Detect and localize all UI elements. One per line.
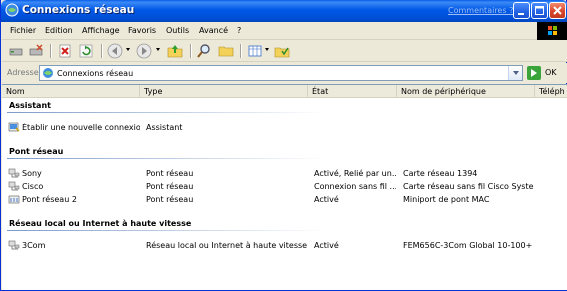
address-label: Adresse — [7, 68, 39, 77]
folders-icon[interactable] — [218, 43, 234, 59]
list-item[interactable]: Établir une nouvelle connexion Assistant — [2, 121, 567, 134]
connection-type: Pont réseau — [146, 182, 194, 191]
address-dropdown-icon[interactable] — [508, 66, 522, 80]
device-name: Carte réseau sans fil Cisco Syste... — [403, 182, 533, 191]
minimize-button[interactable] — [513, 2, 530, 19]
menu-edition[interactable]: Edition — [45, 26, 73, 35]
connection-name: Cisco — [22, 182, 44, 191]
device-name: Carte réseau 1394 — [403, 169, 478, 178]
connection-name: Sony — [22, 169, 42, 178]
explorer-window: Connexions réseau Commentaires ? Fichier… — [0, 0, 567, 291]
connection-state: Activé — [314, 241, 339, 250]
back-icon[interactable] — [107, 43, 123, 59]
close-icon — [553, 6, 562, 15]
connection-type: Pont réseau — [146, 169, 194, 178]
map-drive-icon[interactable] — [8, 43, 24, 59]
toolbar-separator — [240, 44, 241, 58]
views-icon[interactable] — [247, 43, 263, 59]
group-divider — [7, 112, 327, 113]
menu-avance[interactable]: Avancé — [199, 26, 228, 35]
refresh-icon[interactable] — [78, 43, 94, 59]
menu-affichage[interactable]: Affichage — [82, 26, 120, 35]
group-title: Pont réseau — [9, 147, 64, 156]
folder-options-icon[interactable] — [274, 43, 290, 59]
list-item[interactable]: Sony Pont réseau Activé, Relié par un...… — [2, 167, 567, 180]
column-name[interactable]: Nom — [2, 85, 140, 98]
list-item[interactable]: 3Com Réseau local ou Internet à haute vi… — [2, 239, 567, 252]
forward-dropdown-icon[interactable] — [156, 48, 160, 51]
back-dropdown-icon[interactable] — [126, 48, 130, 51]
network-connections-icon — [43, 68, 53, 78]
column-type[interactable]: Type — [140, 85, 308, 98]
minimize-icon — [518, 13, 524, 15]
up-folder-icon[interactable] — [167, 43, 183, 59]
menu-bar: Fichier Edition Affichage Favoris Outils… — [2, 22, 567, 40]
connection-type: Pont réseau — [146, 195, 194, 204]
menu-favoris[interactable]: Favoris — [128, 26, 156, 35]
toolbar-separator — [50, 44, 51, 58]
connection-name: 3Com — [22, 241, 46, 250]
forward-icon[interactable] — [136, 43, 152, 59]
connection-state: Activé, Relié par un... — [314, 169, 396, 178]
connection-state: Connexion sans fil ... — [314, 182, 396, 191]
window-title: Connexions réseau — [22, 4, 135, 16]
network-bridge-icon — [8, 195, 20, 204]
toolbar — [2, 40, 567, 62]
address-value: Connexions réseau — [57, 69, 134, 78]
list-item[interactable]: Cisco Pont réseau Connexion sans fil ...… — [2, 180, 567, 193]
menu-outils[interactable]: Outils — [166, 26, 189, 35]
connection-name: Pont réseau 2 — [22, 195, 77, 204]
list-item[interactable]: Pont réseau 2 Pont réseau Activé Minipor… — [2, 193, 567, 206]
column-phone[interactable]: Téléph — [535, 85, 567, 98]
toolbar-separator — [190, 44, 191, 58]
search-icon[interactable] — [196, 43, 212, 59]
windows-logo-icon — [537, 22, 567, 40]
group-divider — [7, 230, 327, 231]
go-button[interactable]: OK — [527, 66, 565, 80]
connection-type: Réseau local ou Internet à haute vitesse — [146, 241, 308, 250]
group-title: Assistant — [9, 101, 51, 110]
maximize-icon — [535, 6, 544, 15]
go-label: OK — [545, 68, 557, 77]
connection-type: Assistant — [146, 123, 183, 132]
new-connection-wizard-icon — [8, 122, 20, 132]
menu-help[interactable]: ? — [237, 26, 241, 35]
maximize-button[interactable] — [531, 2, 548, 19]
delete-icon[interactable] — [57, 43, 73, 59]
connection-name: Établir une nouvelle connexion — [22, 123, 140, 132]
address-bar: Adresse Connexions réseau OK — [2, 63, 567, 83]
column-state[interactable]: État — [308, 85, 397, 98]
comments-link[interactable]: Commentaires ? — [448, 6, 513, 15]
toolbar-separator — [101, 44, 102, 58]
network-connection-icon — [8, 240, 20, 250]
network-connections-icon — [5, 3, 19, 17]
device-name: FEM656C-3Com Global 10-100+ ... — [403, 241, 533, 250]
connections-list[interactable]: Nom Type État Nom de périphérique Téléph… — [2, 84, 567, 290]
title-bar[interactable]: Connexions réseau Commentaires ? — [1, 0, 567, 22]
views-dropdown-icon[interactable] — [265, 48, 269, 51]
network-connection-icon — [8, 168, 20, 178]
close-button[interactable] — [549, 2, 566, 19]
column-device[interactable]: Nom de périphérique — [397, 85, 535, 98]
address-input[interactable]: Connexions réseau — [39, 65, 523, 81]
go-arrow-icon — [527, 66, 541, 80]
column-header: Nom Type État Nom de périphérique Téléph — [2, 85, 567, 98]
connection-state: Activé — [314, 195, 339, 204]
menu-fichier[interactable]: Fichier — [10, 26, 36, 35]
group-divider — [7, 158, 327, 159]
group-title: Réseau local ou Internet à haute vitesse — [9, 219, 192, 228]
device-name: Miniport de pont MAC — [403, 195, 490, 204]
disconnect-drive-icon[interactable] — [28, 43, 44, 59]
network-connection-icon — [8, 181, 20, 191]
